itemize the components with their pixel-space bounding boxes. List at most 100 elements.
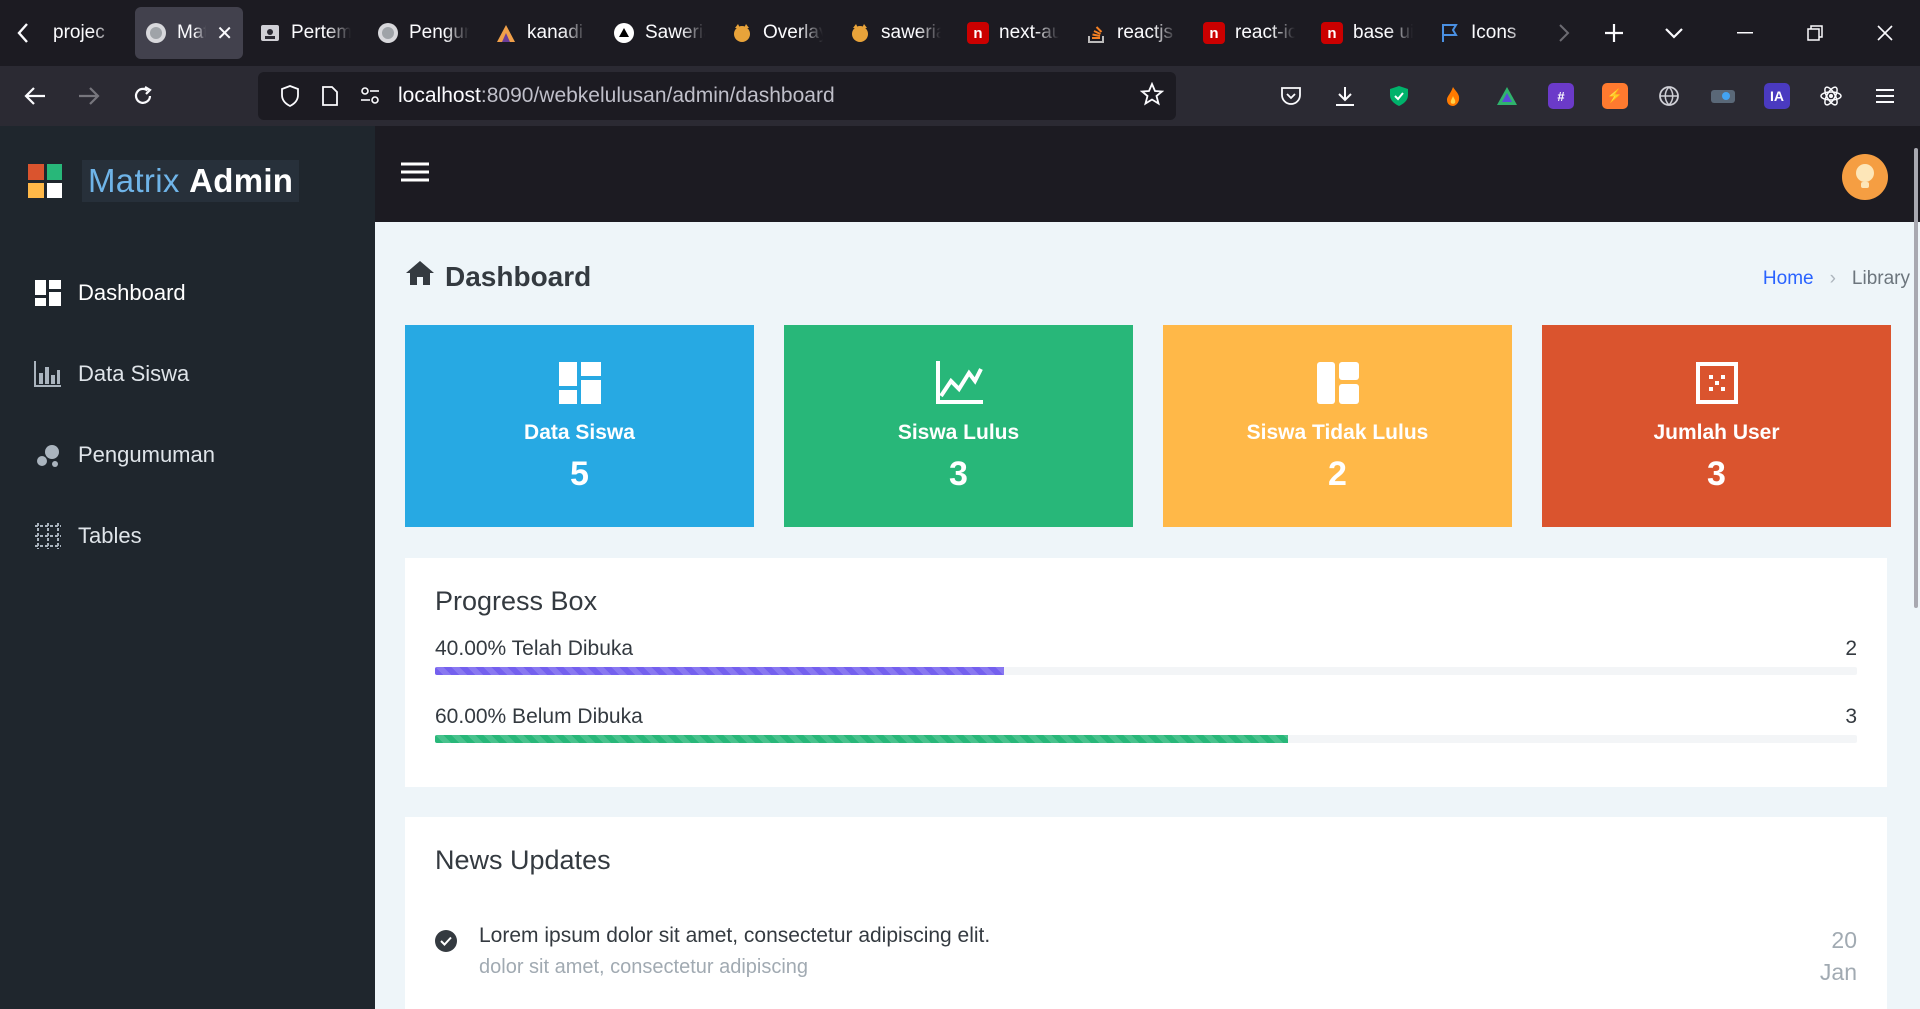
- stat-card-value: 5: [570, 454, 589, 493]
- fire-extension-icon[interactable]: [1426, 72, 1480, 120]
- npm-icon: n: [1321, 22, 1343, 44]
- progress-box-title: Progress Box: [435, 586, 598, 616]
- brand-name-part1: Matrix: [88, 162, 180, 199]
- stat-card-siswa-tidak-lulus[interactable]: Siswa Tidak Lulus 2: [1163, 325, 1512, 527]
- url-text: localhost:8090/webkelulusan/admin/dashbo…: [398, 84, 835, 108]
- stat-card-data-siswa[interactable]: Data Siswa 5: [405, 325, 754, 527]
- atom-extension-icon[interactable]: [1804, 72, 1858, 120]
- news-updates-title: News Updates: [435, 845, 611, 875]
- tab-item[interactable]: n base ui: [1311, 7, 1423, 59]
- tab-scroll-right-button[interactable]: [1544, 0, 1584, 66]
- progress-box-panel: Progress Box 40.00% Telah Dibuka 2 60.00…: [405, 558, 1887, 787]
- bookmark-star-icon[interactable]: [1139, 81, 1165, 111]
- stat-card-value: 3: [1707, 454, 1726, 493]
- page-scrollbar[interactable]: [1914, 148, 1918, 608]
- page-title: Dashboard: [405, 260, 591, 293]
- tab-item[interactable]: n next-auth: [957, 7, 1069, 59]
- hash-extension-icon[interactable]: #: [1534, 72, 1588, 120]
- dashboard-icon: [34, 279, 62, 307]
- flag-icon: [1439, 22, 1461, 44]
- shield-icon[interactable]: [270, 85, 310, 107]
- tab-title: saweria: [881, 22, 941, 43]
- tab-item[interactable]: n react-icons: [1193, 7, 1305, 59]
- tab-item[interactable]: projec: [49, 7, 129, 59]
- sidebar-toggle-button[interactable]: [399, 156, 431, 188]
- camera-extension-icon[interactable]: [1696, 72, 1750, 120]
- table-icon: [34, 522, 62, 550]
- page-title-text: Dashboard: [445, 260, 592, 292]
- tab-item[interactable]: Saweria: [603, 7, 715, 59]
- back-button[interactable]: [8, 72, 62, 120]
- tab-item[interactable]: Icons: [1429, 7, 1541, 59]
- url-host: localhost: [398, 84, 481, 107]
- cat-icon: [731, 22, 753, 44]
- stat-card-value: 2: [1328, 454, 1347, 493]
- stat-card-siswa-lulus[interactable]: Siswa Lulus 3: [784, 325, 1133, 527]
- tab-item[interactable]: saweria: [839, 7, 951, 59]
- tab-title: reactjs: [1117, 22, 1173, 43]
- sidebar-item-pengumuman[interactable]: Pengumuman: [0, 420, 375, 490]
- tab-item[interactable]: Overlay: [721, 7, 833, 59]
- progress-fill: [435, 735, 1289, 743]
- progress-count: 3: [1845, 705, 1857, 728]
- layout-icon: [1314, 359, 1362, 407]
- brand-logo[interactable]: Matrix Admin: [28, 156, 300, 206]
- close-window-button[interactable]: [1850, 0, 1920, 66]
- news-updates-panel: News Updates Lorem ipsum dolor sit amet,…: [405, 817, 1887, 1009]
- news-item-title[interactable]: Lorem ipsum dolor sit amet, consectetur …: [479, 924, 990, 948]
- bolt-extension-icon[interactable]: ⚡: [1588, 72, 1642, 120]
- bar-chart-icon: [34, 360, 62, 388]
- shield-extension-icon[interactable]: [1372, 72, 1426, 120]
- brand-name-part2: Admin: [189, 162, 294, 199]
- tab-strip: projec Matrix Admin ✕ Pertemuan Pengumum…: [0, 0, 1920, 66]
- pocket-icon[interactable]: [1264, 72, 1318, 120]
- tab-title: Pengumuman: [409, 22, 469, 43]
- permissions-icon[interactable]: [350, 87, 390, 105]
- tab-title: Matrix Admin: [177, 22, 207, 43]
- address-bar[interactable]: localhost:8090/webkelulusan/admin/dashbo…: [258, 72, 1176, 120]
- sidebar-item-tables[interactable]: Tables: [0, 501, 375, 571]
- sidebar-item-data-siswa[interactable]: Data Siswa: [0, 339, 375, 409]
- dashboard-icon: [556, 359, 604, 407]
- progress-row: 60.00% Belum Dibuka 3: [435, 705, 1857, 743]
- sidebar-item-dashboard[interactable]: Dashboard: [0, 258, 375, 328]
- ia-extension-icon[interactable]: IA: [1750, 72, 1804, 120]
- tab-title: Overlay: [763, 22, 823, 43]
- downloads-icon[interactable]: [1318, 72, 1372, 120]
- check-circle-icon: [435, 930, 457, 952]
- forward-button[interactable]: [62, 72, 116, 120]
- progress-fill: [435, 667, 1004, 675]
- breadcrumb-home-link[interactable]: Home: [1763, 268, 1814, 290]
- stat-card-label: Siswa Tidak Lulus: [1246, 420, 1429, 444]
- progress-row: 40.00% Telah Dibuka 2: [435, 637, 1857, 675]
- stat-card-label: Siswa Lulus: [897, 420, 1020, 444]
- stat-card-label: Data Siswa: [524, 420, 635, 444]
- new-tab-button[interactable]: [1584, 0, 1644, 66]
- tab-title: kanadi: [527, 22, 583, 43]
- web-page: Matrix Admin Dashboard Data Siswa Pengum…: [0, 126, 1920, 1009]
- progress-count: 2: [1845, 637, 1857, 660]
- list-all-tabs-button[interactable]: [1644, 0, 1704, 66]
- globe-icon[interactable]: [1642, 72, 1696, 120]
- tab-item[interactable]: kanadi: [485, 7, 597, 59]
- triangle-extension-icon[interactable]: [1480, 72, 1534, 120]
- user-avatar[interactable]: [1842, 154, 1888, 200]
- close-tab-icon[interactable]: ✕: [216, 21, 233, 46]
- sidebar-item-label: Dashboard: [78, 280, 186, 305]
- chart-line-icon: [935, 359, 983, 407]
- tab-item[interactable]: Pengumuman: [367, 7, 479, 59]
- tab-scroll-left-button[interactable]: [0, 0, 46, 66]
- tab-item[interactable]: reactjs: [1075, 7, 1187, 59]
- reload-button[interactable]: [116, 72, 170, 120]
- school-seal-icon: [377, 22, 399, 44]
- school-seal-icon: [145, 22, 167, 44]
- tab-item-active[interactable]: Matrix Admin ✕: [135, 7, 243, 59]
- stat-card-jumlah-user[interactable]: Jumlah User 3: [1542, 325, 1891, 527]
- minimize-button[interactable]: [1710, 0, 1780, 66]
- app-menu-icon[interactable]: [1858, 72, 1912, 120]
- page-info-icon[interactable]: [310, 86, 350, 106]
- news-item[interactable]: Lorem ipsum dolor sit amet, consectetur …: [435, 924, 1857, 985]
- tab-title: Saweria: [645, 22, 705, 43]
- tab-item[interactable]: Pertemuan: [249, 7, 361, 59]
- restore-button[interactable]: [1780, 0, 1850, 66]
